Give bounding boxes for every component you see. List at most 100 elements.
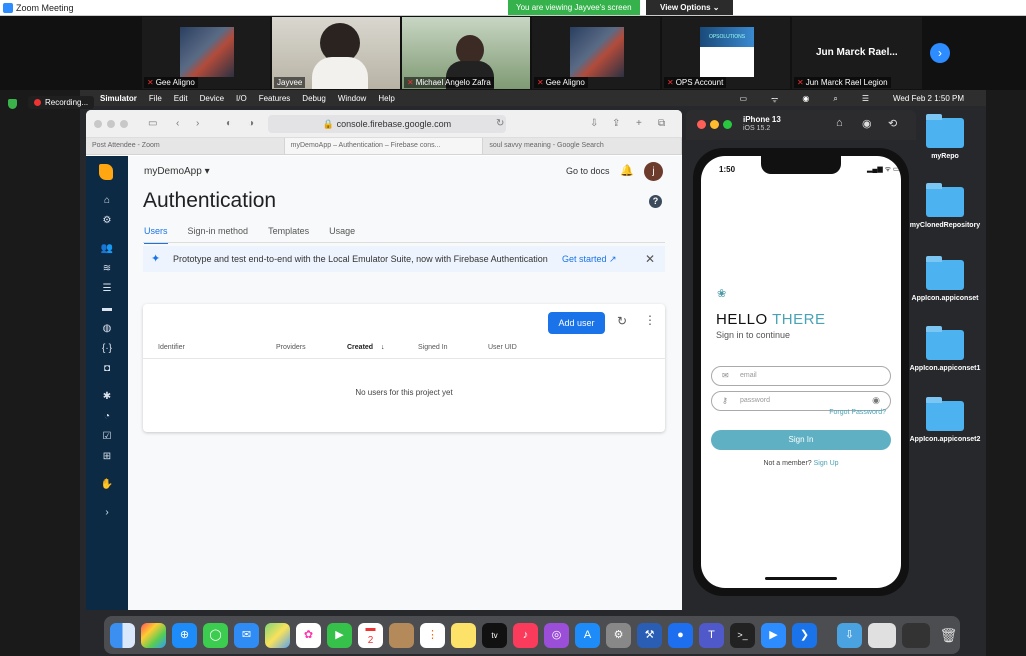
project-selector[interactable]: myDemoApp ▾ [144, 166, 210, 177]
database-icon[interactable]: ☰ [100, 282, 114, 296]
simulator-location-icon[interactable]: ● [668, 622, 693, 648]
recording-badge[interactable]: Recording... [28, 96, 95, 109]
desktop-folder[interactable]: myRepo [908, 114, 982, 162]
wifi-icon[interactable]: ᯤ [771, 94, 778, 105]
forward-icon[interactable]: › [196, 118, 199, 129]
close-window-button[interactable] [94, 120, 102, 128]
mail-icon[interactable]: ✉ [234, 622, 259, 648]
menu-edit[interactable]: Edit [174, 94, 188, 103]
column-created[interactable]: Created ↓ [347, 344, 385, 351]
new-tab-icon[interactable]: + [636, 118, 642, 129]
refresh-icon[interactable]: ↻ [617, 314, 627, 328]
functions-icon[interactable]: {·} [100, 342, 114, 356]
notes-icon[interactable] [451, 622, 476, 648]
desktop-folder[interactable]: AppIcon.appiconset [908, 256, 982, 304]
menu-device[interactable]: Device [200, 94, 224, 103]
desktop-folder[interactable]: AppIcon.appiconset1 [908, 326, 982, 374]
back-icon[interactable]: ‹ [176, 118, 179, 129]
column-identifier[interactable]: Identifier [158, 344, 185, 351]
safari-icon[interactable]: ⊕ [172, 622, 197, 648]
home-indicator[interactable] [765, 577, 837, 580]
column-user-uid[interactable]: User UID [488, 344, 517, 351]
account-avatar[interactable]: j [644, 162, 663, 181]
menu-features[interactable]: Features [259, 94, 291, 103]
desktop-folder[interactable]: myClonedRepository [908, 183, 982, 231]
home-icon[interactable]: ⌂ [836, 117, 843, 129]
finder-icon[interactable] [110, 622, 135, 648]
column-providers[interactable]: Providers [276, 344, 306, 351]
extensions-icon[interactable]: ✱ [100, 390, 114, 404]
spotlight-icon[interactable]: ⌕ [833, 94, 837, 105]
sidebar-icon[interactable]: ▭ [148, 118, 157, 129]
vscode-icon[interactable]: ❯ [792, 622, 817, 648]
terminal-icon[interactable]: >_ [730, 622, 755, 648]
xcode-icon[interactable]: ⚒ [637, 622, 662, 648]
menu-io[interactable]: I/O [236, 94, 247, 103]
email-field[interactable]: ✉ email [711, 366, 891, 386]
facetime-icon[interactable]: ▶ [327, 622, 352, 648]
control-center-icon[interactable]: ☰ [862, 94, 869, 105]
close-banner-icon[interactable]: ✕ [645, 252, 655, 266]
tab-firebase[interactable]: myDemoApp – Authentication – Firebase co… [284, 138, 484, 154]
participant-tile[interactable]: ✕ Gee Aligno [142, 17, 270, 89]
menu-window[interactable]: Window [338, 94, 366, 103]
apple-tv-icon[interactable]: tv [482, 622, 507, 648]
participant-tile[interactable]: Jayvee [272, 17, 400, 89]
go-to-docs-link[interactable]: Go to docs [566, 166, 610, 176]
download-icon[interactable]: ⇩ [590, 118, 598, 129]
participant-tile[interactable]: ✕ Michael Angelo Zafra [402, 17, 530, 89]
get-started-link[interactable]: Get started ↗ [562, 254, 617, 265]
home-icon[interactable]: ⌂ [100, 194, 114, 208]
zoom-window-button[interactable] [120, 120, 128, 128]
column-signed-in[interactable]: Signed In [418, 344, 448, 351]
app-distribution-icon[interactable]: ⊞ [100, 450, 114, 464]
firebase-logo-icon[interactable] [99, 164, 113, 180]
add-user-button[interactable]: Add user [548, 312, 605, 334]
maps-icon[interactable] [265, 622, 290, 648]
engage-icon[interactable]: ✋ [100, 478, 114, 492]
teams-icon[interactable]: T [699, 622, 724, 648]
tab-overview-icon[interactable]: ⧉ [658, 118, 665, 129]
test-lab-icon[interactable]: ☑ [100, 430, 114, 444]
battery-icon[interactable]: ▭ [739, 94, 747, 105]
calendar-icon[interactable]: ▬ 2 [358, 622, 383, 648]
expand-rail-icon[interactable]: › [100, 506, 114, 520]
menubar-clock[interactable]: Wed Feb 2 1:50 PM [893, 94, 964, 105]
privacy-icon[interactable]: ◑ [248, 118, 254, 129]
password-field[interactable]: ⚷ password ◉ [711, 391, 891, 411]
hosting-icon[interactable]: ◍ [100, 322, 114, 336]
address-bar[interactable]: 🔒 console.firebase.google.com [268, 115, 506, 133]
sign-up-link[interactable]: Sign Up [814, 460, 839, 467]
view-options-button[interactable]: View Options ⌄ [646, 0, 734, 15]
sign-in-button[interactable]: Sign In [711, 430, 891, 450]
help-icon[interactable]: ? [649, 195, 662, 208]
storage-icon[interactable]: ▬ [100, 302, 114, 316]
zoom-icon[interactable]: ▶ [761, 622, 786, 648]
minimize-window-button[interactable] [710, 120, 719, 129]
zoom-security-icon[interactable] [8, 99, 17, 109]
share-icon[interactable]: ⇪ [612, 118, 620, 129]
forgot-password-link[interactable]: Forgot Password? [829, 409, 886, 416]
reminders-icon[interactable]: ⋮ [420, 622, 445, 648]
notifications-bell-icon[interactable]: 🔔 [620, 164, 634, 177]
zoom-window-button[interactable] [723, 120, 732, 129]
user-icon[interactable]: ◉ [802, 94, 809, 105]
desktop-folder[interactable]: AppIcon.appiconset2 [908, 397, 982, 445]
contacts-icon[interactable] [389, 622, 414, 648]
realtime-icon[interactable]: ≋ [100, 262, 114, 276]
reload-icon[interactable]: ↻ [496, 118, 504, 129]
recent-window-icon[interactable] [902, 622, 930, 648]
system-preferences-icon[interactable]: ⚙ [606, 622, 631, 648]
tab-post-attendee[interactable]: Post Attendee - Zoom [86, 138, 285, 154]
participant-tile[interactable]: OPSOLUTIONS ✕ OPS Account [662, 17, 790, 89]
close-window-button[interactable] [697, 120, 706, 129]
participant-tile[interactable]: Jun Marck Rael... ✕ Jun Marck Rael Legion [792, 17, 922, 89]
messages-icon[interactable]: ◯ [203, 622, 228, 648]
recent-document-icon[interactable] [868, 622, 896, 648]
menu-debug[interactable]: Debug [302, 94, 326, 103]
more-options-icon[interactable]: ⋮ [644, 313, 656, 327]
trash-icon[interactable]: 🗑 [936, 623, 961, 648]
music-icon[interactable]: ♪ [513, 622, 538, 648]
performance-icon[interactable]: ◔ [100, 410, 114, 424]
downloads-stack-icon[interactable]: ⇩ [837, 622, 862, 648]
